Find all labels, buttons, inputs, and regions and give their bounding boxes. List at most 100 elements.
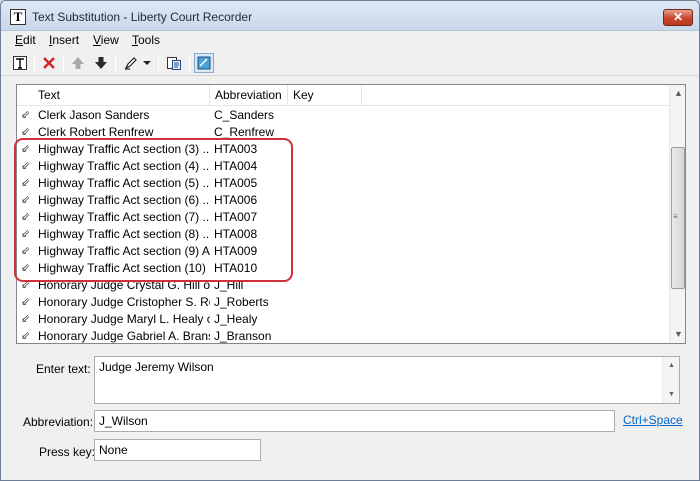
row-abbreviation: HTA003 [214,142,258,156]
app-icon: T [10,9,26,25]
row-abbreviation: HTA010 [214,261,258,275]
press-key-label: Press key: [39,445,96,459]
row-abbreviation: HTA005 [214,176,258,190]
close-icon: ✕ [672,10,684,24]
paste-button[interactable] [164,53,184,73]
column-header-key[interactable]: Key [288,85,362,106]
press-key-field[interactable]: None [94,439,261,461]
row-abbreviation: HTA006 [214,193,258,207]
row-abbreviation: J_Hill [214,278,244,292]
row-key [292,107,362,124]
text-entry-icon: ⇙ [21,279,31,291]
menu-view[interactable]: View [93,33,119,47]
scroll-up-icon[interactable]: ▲ [670,85,685,102]
text-entry-icon: ⇙ [21,262,31,274]
text-entry-icon: ⇙ [21,160,31,172]
window-title: Text Substitution - Liberty Court Record… [32,10,253,24]
menu-insert[interactable]: Insert [49,33,79,47]
text-entry-icon: ⇙ [21,245,31,257]
row-text: Highway Traffic Act section (7) ... [38,210,210,224]
close-button[interactable]: ✕ [663,9,693,26]
row-text: Highway Traffic Act section (4) ... [38,159,210,173]
list-vertical-scrollbar[interactable]: ▲ ≡ ▼ [669,85,685,343]
toolbar [1,50,699,76]
list-row[interactable]: ⇙ Highway Traffic Act section (9) A... HTA… [17,243,669,260]
menu-edit[interactable]: Edit [15,33,36,47]
menu-tools[interactable]: Tools [132,33,160,47]
row-text: Honorary Judge Crystal G. Hill of ... [38,278,210,292]
delete-button[interactable] [39,53,59,73]
row-text: Highway Traffic Act section (8) ... [38,227,210,241]
list-row[interactable]: ⇙ Highway Traffic Act section (5) ... HTA0… [17,175,669,192]
enter-text-field[interactable]: Judge Jeremy Wilson ▲ ▼ [94,356,680,404]
row-text: Highway Traffic Act section (9) A... [38,244,210,258]
list-row[interactable]: ⇙ Honorary Judge Maryl L. Healy o... J_Hea… [17,311,669,328]
row-abbreviation: C_Renfrew [214,125,275,139]
row-text: Highway Traffic Act section (5) ... [38,176,210,190]
dropdown-arrow-icon [143,61,151,65]
row-key [292,141,362,158]
column-header-text[interactable]: Text [17,85,210,106]
list-row[interactable]: ⇙ Clerk Jason Sanders C_Sanders [17,107,669,124]
move-up-button[interactable] [68,53,88,73]
highlighter-icon [124,57,137,70]
row-key [292,226,362,243]
row-text: Highway Traffic Act section (3) ... [38,142,210,156]
row-abbreviation: HTA007 [214,210,258,224]
highlighter-button[interactable] [121,53,141,73]
list-row[interactable]: ⇙ Highway Traffic Act section (3) ... HTA0… [17,141,669,158]
view-toggle-button[interactable] [194,53,214,73]
text-entry-icon: ⇙ [21,296,31,308]
list-row[interactable]: ⇙ Honorary Judge Gabriel A. Brans... J_Bra… [17,328,669,343]
list-row[interactable]: ⇙ Highway Traffic Act section (4) ... HTA0… [17,158,669,175]
highlighter-dropdown-button[interactable] [141,53,153,73]
column-header-abbreviation[interactable]: Abbreviation [210,85,288,106]
row-key [292,311,362,328]
new-text-icon [13,56,27,70]
row-abbreviation: J_Branson [214,329,272,343]
textarea-scroll-down-icon[interactable]: ▼ [663,386,680,403]
new-text-button[interactable] [10,53,30,73]
text-entry-icon: ⇙ [21,109,31,121]
text-entry-icon: ⇙ [21,228,31,240]
move-up-icon [72,57,84,69]
row-text: Honorary Judge Maryl L. Healy o... [38,312,210,326]
scroll-down-icon[interactable]: ▼ [670,326,685,343]
row-key [292,158,362,175]
row-key [292,260,362,277]
move-down-button[interactable] [91,53,111,73]
row-key [292,294,362,311]
textarea-scroll-up-icon[interactable]: ▲ [663,357,680,374]
text-entry-icon: ⇙ [21,330,31,342]
substitution-list[interactable]: Text Abbreviation Key ⇙ Clerk Jason Sande… [16,84,686,344]
list-row[interactable]: ⇙ Clerk Robert Renfrew C_Renfrew [17,124,669,141]
list-row[interactable]: ⇙ Highway Traffic Act section (8) ... HTA0… [17,226,669,243]
text-entry-icon: ⇙ [21,313,31,325]
app-window: T Text Substitution - Liberty Court Reco… [0,0,700,481]
row-key [292,192,362,209]
list-row[interactable]: ⇙ Highway Traffic Act section (10) ... HTA… [17,260,669,277]
row-text: Highway Traffic Act section (10) ... [38,261,210,275]
row-text: Highway Traffic Act section (6) ... [38,193,210,207]
title-bar[interactable]: T Text Substitution - Liberty Court Reco… [1,1,699,31]
text-entry-icon: ⇙ [21,211,31,223]
enter-text-scrollbar[interactable]: ▲ ▼ [662,357,679,403]
row-key [292,124,362,141]
row-key [292,277,362,294]
enter-text-label: Enter text: [36,362,91,376]
list-row[interactable]: ⇙ Highway Traffic Act section (7) ... HTA0… [17,209,669,226]
row-abbreviation: HTA008 [214,227,258,241]
abbreviation-field[interactable]: J_Wilson [94,410,615,432]
row-text: Clerk Jason Sanders [38,108,150,122]
abbreviation-label: Abbreviation: [23,415,94,429]
list-row[interactable]: ⇙ Honorary Judge Crystal G. Hill of ... J_… [17,277,669,294]
paste-icon [167,57,181,70]
text-entry-icon: ⇙ [21,143,31,155]
list-row[interactable]: ⇙ Honorary Judge Cristopher S. Ro... J_Rob… [17,294,669,311]
shortcut-link[interactable]: Ctrl+Space [623,413,683,427]
list-row[interactable]: ⇙ Highway Traffic Act section (6) ... HTA0… [17,192,669,209]
row-text: Clerk Robert Renfrew [38,125,154,139]
view-toggle-icon [197,56,211,70]
text-entry-icon: ⇙ [21,194,31,206]
row-abbreviation: J_Roberts [214,295,269,309]
